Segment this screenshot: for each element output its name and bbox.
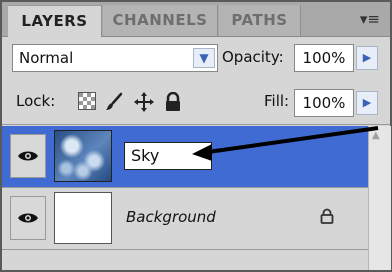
annotation-arrow — [192, 126, 379, 161]
layers-panel: LAYERS CHANNELS PATHS ▾≡ Normal ▼ Opacit… — [0, 0, 392, 272]
